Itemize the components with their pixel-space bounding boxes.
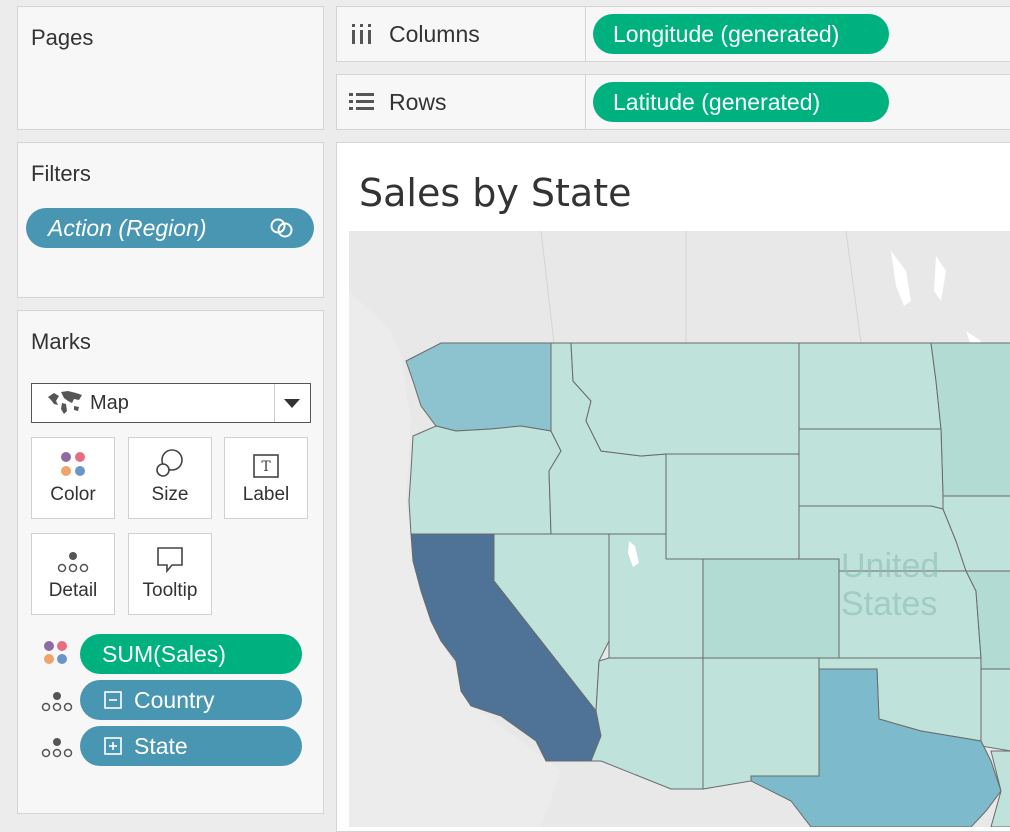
filter-pill-action-region[interactable]: Action (Region) [26, 208, 314, 248]
linked-filter-icon [270, 218, 293, 238]
color-icon [59, 438, 87, 484]
columns-shelf[interactable]: Columns Longitude (generated) [336, 6, 1010, 62]
svg-text:T: T [261, 459, 271, 475]
filters-title: Filters [31, 161, 91, 186]
state-map[interactable] [349, 231, 1010, 827]
size-icon [155, 438, 185, 484]
tooltip-icon [156, 534, 184, 580]
longitude-pill[interactable]: Longitude (generated) [593, 14, 889, 54]
color-card-label: Color [50, 484, 96, 505]
state-pill[interactable]: State [80, 726, 302, 766]
columns-icon [352, 24, 371, 44]
pages-panel: Pages [17, 6, 324, 130]
latitude-label: Latitude (generated) [613, 88, 821, 115]
detail-field-icon [41, 738, 73, 758]
label-card-label: Label [242, 484, 290, 505]
view-title: Sales by State [359, 171, 632, 215]
rows-icon [349, 93, 374, 110]
detail-card[interactable]: Detail [31, 533, 115, 615]
pages-title: Pages [31, 25, 94, 50]
detail-field-icon [41, 692, 73, 712]
sum-sales-pill[interactable]: SUM(Sales) [80, 634, 302, 674]
marks-title: Marks [31, 329, 91, 354]
chevron-down-icon[interactable] [284, 399, 300, 409]
mark-type-label: Map [90, 392, 129, 414]
collapse-icon[interactable] [104, 691, 122, 709]
rows-shelf[interactable]: Rows Latitude (generated) [336, 74, 1010, 130]
label-icon: T [253, 438, 279, 484]
view-panel: Sales by State United States [336, 142, 1010, 832]
marks-panel: Marks Map Color Size T Label Detail Tool… [17, 310, 324, 814]
color-card[interactable]: Color [31, 437, 115, 519]
tooltip-card-label: Tooltip [142, 580, 198, 601]
longitude-label: Longitude (generated) [613, 20, 840, 47]
detail-icon [56, 534, 90, 580]
size-card-label: Size [151, 484, 189, 505]
detail-card-label: Detail [48, 580, 98, 601]
map-label-line-1: United [841, 547, 940, 585]
country-label: Country [134, 686, 215, 713]
mark-type-dropdown[interactable]: Map [31, 383, 311, 423]
size-card[interactable]: Size [128, 437, 212, 519]
filter-pill-label: Action (Region) [48, 214, 207, 241]
world-map-icon [48, 391, 82, 414]
label-card[interactable]: T Label [224, 437, 308, 519]
latitude-pill[interactable]: Latitude (generated) [593, 82, 889, 122]
color-field-icon [44, 641, 67, 664]
map-label-line-2: States [841, 585, 938, 623]
filters-panel: Filters Action (Region) [17, 142, 324, 298]
tooltip-card[interactable]: Tooltip [128, 533, 212, 615]
map-country-label: United States [841, 547, 939, 623]
columns-label: Columns [389, 21, 480, 47]
rows-label: Rows [389, 89, 447, 115]
sum-sales-label: SUM(Sales) [102, 640, 226, 667]
state-label: State [134, 732, 188, 759]
country-pill[interactable]: Country [80, 680, 302, 720]
expand-icon[interactable] [104, 737, 122, 755]
